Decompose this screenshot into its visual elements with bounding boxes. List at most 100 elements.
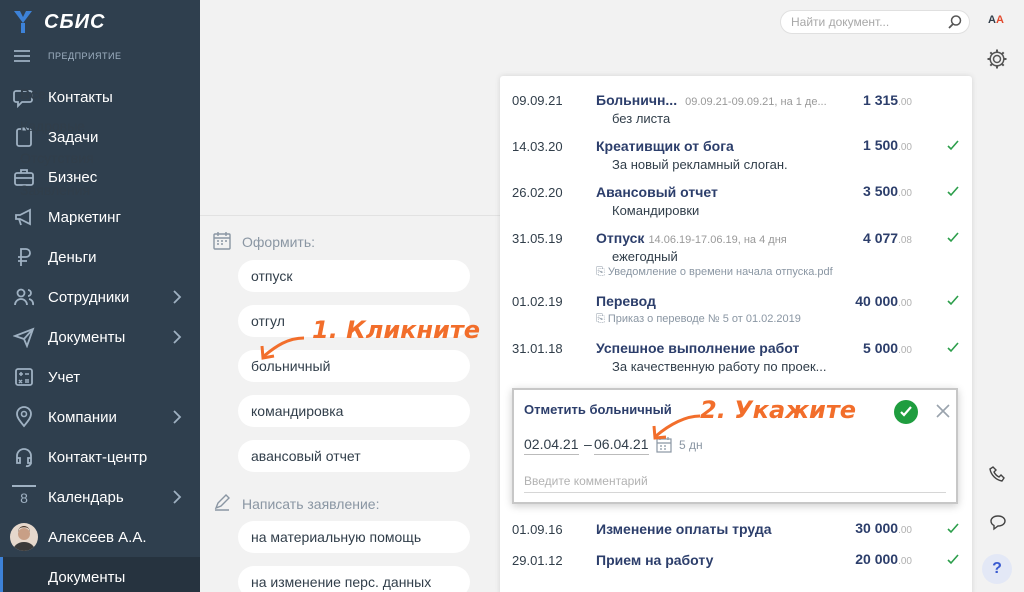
create-vacation-button[interactable]: отпуск — [238, 260, 470, 292]
create-expense-report-button[interactable]: авансовый отчет — [238, 440, 470, 472]
doc-attachment-name: Приказ о переводе № 5 от 01.02.2019 — [607, 313, 801, 325]
confirm-button[interactable] — [894, 400, 918, 424]
request-personal-data-button[interactable]: на изменение перс. данных — [238, 566, 470, 592]
doc-title[interactable]: Успешное выполнение работ — [596, 340, 799, 356]
check-icon — [947, 523, 959, 534]
doc-sum-value: 1 315 — [863, 92, 899, 108]
doc-date: 31.05.19 — [512, 231, 563, 246]
chevron-right-icon[interactable] — [168, 328, 186, 346]
pencil-icon — [214, 494, 230, 511]
search-icon[interactable] — [947, 14, 963, 30]
doc-sum: 3 500.00 — [863, 183, 912, 199]
active-section-label: Документы — [48, 568, 126, 586]
check-icon — [900, 406, 912, 417]
doc-sum-value: 4 077 — [863, 230, 899, 246]
active-section[interactable]: Документы — [0, 557, 200, 592]
annotation-arrow-icon — [652, 414, 701, 440]
doc-sum-value: 5 000 — [863, 340, 899, 356]
doc-subtitle: За новый рекламный слоган. — [612, 157, 788, 172]
sidebar-item-calendar[interactable]: 8 Календарь — [0, 477, 200, 517]
gear-icon[interactable] — [986, 48, 1008, 70]
doc-title[interactable]: Изменение оплаты труда — [596, 521, 772, 537]
doc-date: 09.09.21 — [512, 93, 563, 108]
logo[interactable]: СБИС — [12, 8, 105, 36]
company-label: ПРЕДПРИЯТИЕ — [48, 51, 122, 61]
chevron-right-icon[interactable] — [168, 288, 186, 306]
doc-sum-kop: .00 — [898, 556, 912, 567]
doc-title-text: Больничн... — [596, 92, 678, 108]
sidebar-item-employees[interactable]: Сотрудники — [0, 277, 200, 317]
paper-plane-icon — [12, 325, 36, 349]
doc-subtitle: без листа — [612, 111, 671, 126]
sidebar-item-money[interactable]: Деньги — [0, 237, 200, 277]
doc-title[interactable]: Перевод — [596, 293, 656, 309]
filter-all[interactable]: Все — [20, 86, 46, 102]
sidebar-item-label: Компании — [48, 408, 117, 426]
sidebar-item-label: Контакт-центр — [48, 448, 148, 466]
headset-icon — [12, 445, 36, 469]
doc-title-text: Отпуск — [596, 230, 645, 246]
sidebar-item-marketing[interactable]: Маркетинг — [0, 197, 200, 237]
doc-date: 01.09.16 — [512, 522, 563, 537]
sidebar-item-label: Документы — [48, 328, 126, 346]
filter-requests[interactable]: Заявления — [20, 182, 90, 198]
divider — [200, 215, 500, 216]
close-icon[interactable] — [934, 402, 952, 420]
chat-bubble-icon — [990, 515, 1006, 531]
comment-input[interactable] — [524, 474, 946, 493]
doc-attachment[interactable]: ⎘ Приказ о переводе № 5 от 01.02.2019 — [596, 313, 801, 326]
doc-sum-kop: .00 — [898, 345, 912, 356]
doc-date: 01.02.19 — [512, 294, 563, 309]
megaphone-icon — [12, 205, 36, 229]
check-icon — [947, 342, 959, 353]
company-switcher[interactable]: ПРЕДПРИЯТИЕ — [14, 50, 121, 62]
search-box[interactable] — [780, 10, 970, 34]
doc-title[interactable]: Больничн... 09.09.21-09.09.21, на 1 де... — [596, 92, 827, 108]
request-financial-aid-button[interactable]: на материальную помощь — [238, 521, 470, 553]
sidebar-item-label: Сотрудники — [48, 288, 130, 306]
font-size-toggle[interactable]: AA — [988, 14, 1004, 26]
phone-button[interactable] — [984, 460, 1012, 488]
date-to-field[interactable]: 06.04.21 — [594, 436, 649, 455]
sidebar-item-label: Учет — [48, 368, 81, 386]
calculator-icon — [12, 365, 36, 389]
chevron-right-icon[interactable] — [168, 488, 186, 506]
doc-title[interactable]: Креативщик от бога — [596, 138, 734, 154]
doc-sum-value: 20 000 — [855, 551, 899, 567]
doc-sum-kop: .00 — [898, 298, 912, 309]
ruble-icon — [12, 245, 36, 269]
filter-absences[interactable]: Отсутствия — [20, 150, 94, 166]
doc-title[interactable]: Отпуск 14.06.19-17.06.19, на 4 дня — [596, 230, 787, 246]
doc-attachment[interactable]: ⎘ Уведомление о времени начала отпуска.p… — [596, 266, 833, 279]
check-icon — [947, 295, 959, 306]
doc-title[interactable]: Авансовый отчет — [596, 184, 718, 200]
check-icon — [947, 140, 959, 151]
date-from-field[interactable]: 02.04.21 — [524, 436, 579, 455]
filter-personnel[interactable]: Кадровые — [20, 118, 85, 134]
doc-title[interactable]: Прием на работу — [596, 552, 713, 568]
doc-period: 14.06.19-17.06.19, на 4 дня — [648, 234, 787, 246]
paperclip-icon: ⎘ — [596, 266, 608, 278]
sidebar-item-companies[interactable]: Компании — [0, 397, 200, 437]
doc-date: 29.01.12 — [512, 553, 563, 568]
doc-attachment-name: Уведомление о времени начала отпуска.pdf — [607, 266, 833, 278]
help-button[interactable]: ? — [982, 554, 1012, 584]
user-profile[interactable]: Алексеев А.А. — [0, 517, 200, 557]
doc-sum: 1 315.00 — [863, 92, 912, 108]
chevron-right-icon[interactable] — [168, 408, 186, 426]
sidebar-item-contact-center[interactable]: Контакт-центр — [0, 437, 200, 477]
doc-sum-value: 1 500 — [863, 137, 899, 153]
chat-button[interactable] — [984, 508, 1012, 536]
calendar-icon: 8 — [12, 485, 36, 509]
avatar — [10, 523, 38, 551]
doc-sum: 5 000.00 — [863, 340, 912, 356]
font-size-a-large: A — [995, 14, 1004, 26]
sidebar-item-documents[interactable]: Документы — [0, 317, 200, 357]
create-section-label: Оформить: — [242, 234, 316, 250]
doc-sum-kop: .00 — [898, 97, 912, 108]
search-input[interactable] — [791, 15, 941, 29]
check-icon — [947, 186, 959, 197]
sidebar-item-accounting[interactable]: Учет — [0, 357, 200, 397]
menu-icon[interactable] — [14, 50, 30, 62]
create-business-trip-button[interactable]: командировка — [238, 395, 470, 427]
